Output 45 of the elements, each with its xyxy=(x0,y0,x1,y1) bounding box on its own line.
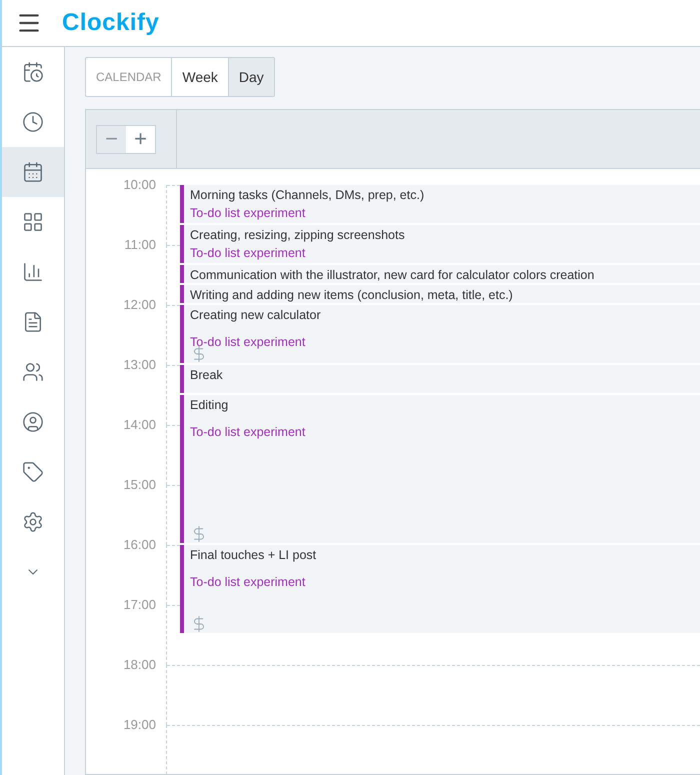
hour-label: 14:00 xyxy=(123,417,156,432)
grid-icon xyxy=(22,211,44,233)
time-entry[interactable]: Editing To-do list experiment xyxy=(180,395,700,543)
entry-description: Break xyxy=(190,368,224,382)
entry-description: Writing and adding new items (conclusion, meta, title, etc.) xyxy=(190,288,514,302)
hour-label: 19:00 xyxy=(123,717,156,732)
entry-description: Creating, resizing, zipping screenshots xyxy=(190,228,406,242)
time-entry[interactable]: Communication with the illustrator, new card for calculator colors creation xyxy=(180,265,700,283)
entry-description: Communication with the illustrator, new card for calculator colors creation xyxy=(190,268,596,282)
document-icon xyxy=(22,311,44,333)
entry-description: Creating new calculator xyxy=(190,308,322,322)
hour-label: 10:00 xyxy=(123,177,156,192)
entry-project: To-do list experiment xyxy=(190,206,306,220)
time-entry[interactable]: Creating new calculator To-do list experiment xyxy=(180,305,700,363)
sidebar-item[interactable] xyxy=(2,147,64,197)
calendar-clock-icon xyxy=(22,61,44,83)
entry-description: Editing xyxy=(190,398,230,412)
settings-icon xyxy=(22,511,44,533)
entry-project: To-do list experiment xyxy=(190,246,306,260)
hour-label: 17:00 xyxy=(123,597,156,612)
entry-description: Final touches + LI post xyxy=(190,548,318,562)
clock-icon xyxy=(22,111,44,133)
view-tab[interactable]: Day xyxy=(228,58,274,96)
hour-label: 16:00 xyxy=(123,537,156,552)
people-icon xyxy=(22,361,44,383)
bar-chart-icon xyxy=(22,261,44,283)
hour-label: 18:00 xyxy=(123,657,156,672)
entry-project: To-do list experiment xyxy=(190,575,306,589)
calendar-icon xyxy=(22,161,44,183)
entry-description: Morning tasks (Channels, DMs, prep, etc.) xyxy=(190,188,426,202)
time-entry[interactable]: Final touches + LI post To-do list experiment xyxy=(180,545,700,633)
entry-project: To-do list experiment xyxy=(190,335,306,349)
entry-project: To-do list experiment xyxy=(190,425,306,439)
user-icon xyxy=(22,411,44,433)
app-logo: Clockify xyxy=(62,9,160,37)
hour-label: 13:00 xyxy=(123,357,156,372)
tag-icon xyxy=(22,461,44,483)
time-entry[interactable]: Morning tasks (Channels, DMs, prep, etc.) To-do list experiment xyxy=(180,185,700,223)
time-entry[interactable]: Break xyxy=(180,365,700,393)
time-entry[interactable]: Writing and adding new items (conclusion, meta, title, etc.) xyxy=(180,285,700,303)
hour-label: 15:00 xyxy=(123,477,156,492)
hour-label: 11:00 xyxy=(124,237,156,252)
time-entry[interactable]: Creating, resizing, zipping screenshots To-do list experiment xyxy=(180,225,700,263)
zoom-button[interactable]: + xyxy=(126,126,155,152)
hour-label: 12:00 xyxy=(123,297,156,312)
